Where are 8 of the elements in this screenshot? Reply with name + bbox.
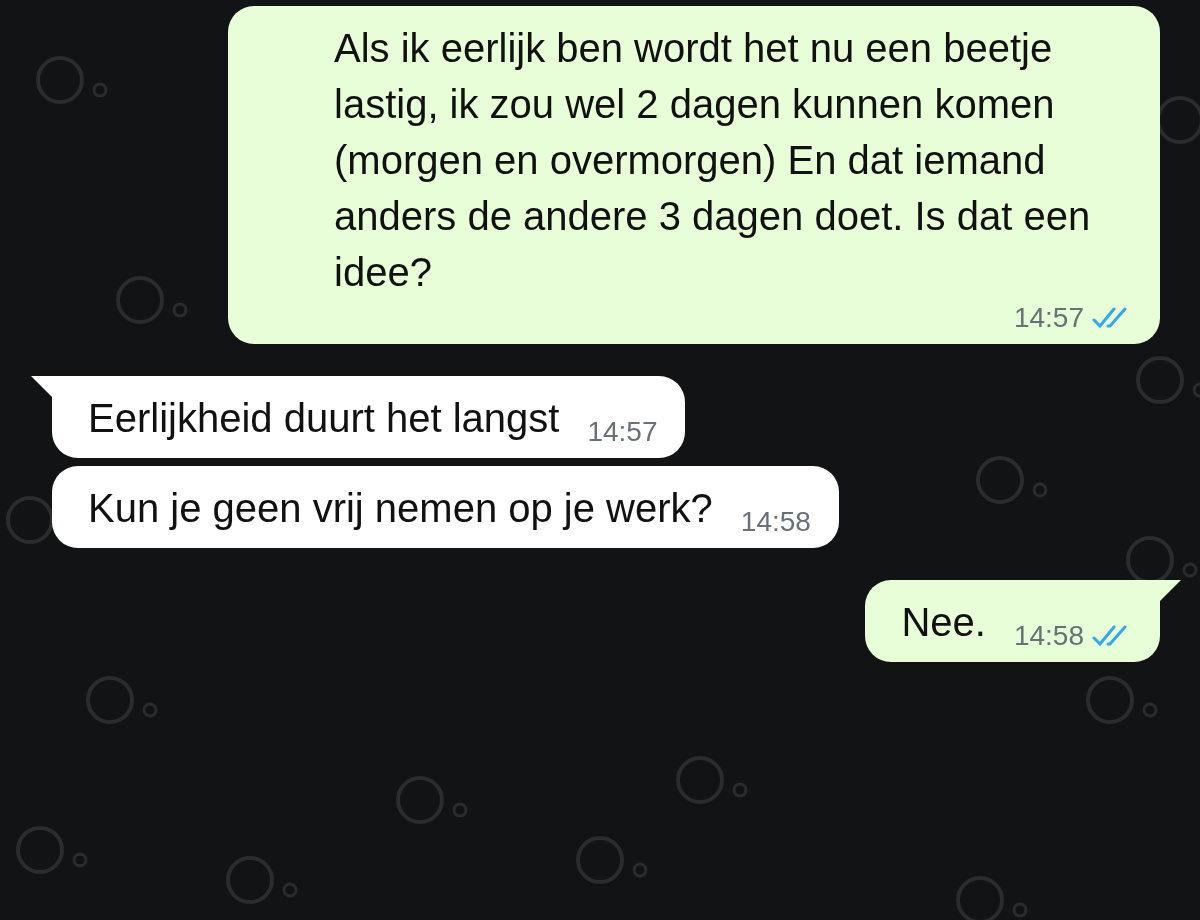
message-time: 14:57	[1013, 301, 1084, 335]
message-text: Als ik eerlijk ben wordt het nu een beetje lastig, ik zou wel 2 dagen kunnen komen (morgen en overmorgen) En dat iemand anders de andere 3 dagen doet. Is dat een idee?	[334, 25, 1092, 296]
message-text: Eerlijkheid duurt het langst	[88, 395, 560, 442]
message-time: 14:58	[740, 505, 811, 539]
message-text: Kun je geen vrij nemen op je werk?	[88, 485, 713, 532]
message-time: 14:58	[1013, 619, 1084, 653]
message-time: 14:57	[587, 415, 658, 449]
message-text: Nee.	[901, 599, 986, 646]
